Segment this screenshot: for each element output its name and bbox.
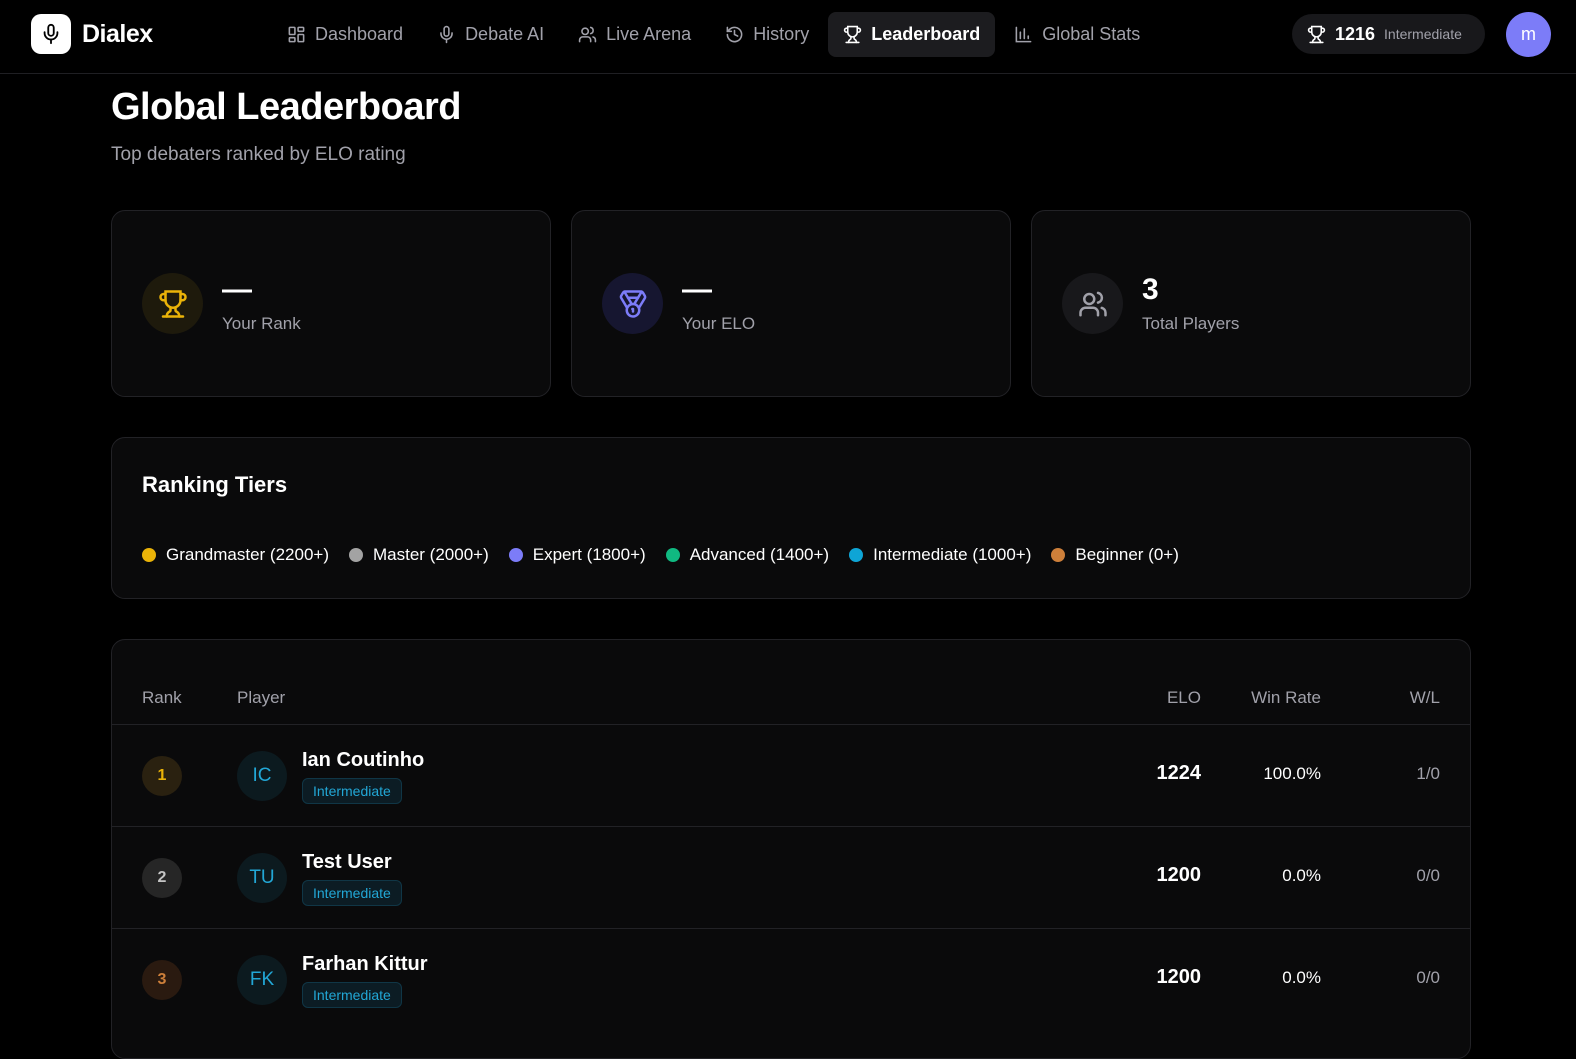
column-header-wl: W/L (1409, 688, 1440, 707)
player-win-rate: 0.0% (1282, 866, 1321, 885)
nav-live-arena[interactable]: Live Arena (563, 12, 706, 57)
player-avatar: TU (237, 853, 287, 903)
leaderboard-table: Rank Player ELO Win Rate W/L 1 IC Ian Co… (111, 639, 1471, 1059)
bar-chart-icon (1015, 26, 1032, 43)
column-header-rank: Rank (142, 688, 182, 707)
table-row[interactable]: 1 IC Ian Coutinho Intermediate 1224 100.… (112, 724, 1470, 826)
nav-label: Dashboard (315, 24, 404, 44)
tier-dot (508, 548, 523, 562)
tier-dot (142, 548, 156, 562)
player-name: Farhan Kittur (302, 953, 428, 975)
tier-grandmaster: Grandmaster (2200+) (142, 545, 329, 565)
tier-badge: Intermediate (302, 778, 402, 804)
tier-expert: Expert (1800+) (508, 545, 646, 565)
player-wl: 0/0 (1416, 866, 1440, 885)
your-rank-value: — (222, 273, 252, 306)
player-wl: 1/0 (1416, 764, 1440, 783)
your-rank-label: Your Rank (222, 314, 301, 333)
tier-dot (665, 548, 680, 562)
nav-leaderboard[interactable]: Leaderboard (828, 12, 996, 57)
tier-dot (849, 548, 864, 562)
medal-icon (602, 273, 663, 334)
tier-badge: Intermediate (302, 880, 402, 906)
nav-history[interactable]: History (710, 12, 824, 57)
player-name: Ian Coutinho (302, 749, 425, 771)
rank-badge: 3 (142, 960, 182, 1000)
total-players-card: 3 Total Players (1031, 210, 1471, 397)
column-header-win-rate: Win Rate (1251, 688, 1321, 707)
user-avatar[interactable]: m (1506, 12, 1551, 57)
tier-dot (1051, 548, 1066, 562)
users-icon (578, 26, 597, 43)
mic-icon (440, 25, 453, 44)
table-row[interactable]: 3 FK Farhan Kittur Intermediate 1200 0.0… (112, 928, 1470, 1030)
nav-dashboard[interactable]: Dashboard (272, 12, 418, 57)
column-header-player: Player (237, 688, 286, 707)
user-elo: 1216 (1335, 23, 1376, 44)
tier-label: Master (2000+) (373, 545, 489, 564)
player-avatar: IC (237, 751, 287, 801)
page-title: Global Leaderboard (111, 86, 461, 128)
table-row[interactable]: 2 TU Test User Intermediate 1200 0.0% 0/… (112, 826, 1470, 928)
tier-label: Intermediate (1000+) (873, 545, 1032, 564)
trophy-icon (1307, 25, 1326, 43)
trophy-icon (844, 25, 862, 44)
player-elo: 1224 (1156, 762, 1202, 784)
nav-label: Debate AI (465, 24, 545, 44)
nav-label: Leaderboard (871, 24, 981, 44)
your-elo-card: — Your ELO (571, 210, 1011, 397)
nav-label: Global Stats (1042, 24, 1141, 44)
ranking-tiers-title: Ranking Tiers (142, 472, 288, 497)
column-header-elo: ELO (1166, 688, 1201, 707)
player-elo: 1200 (1156, 966, 1202, 988)
users-icon (1062, 273, 1123, 334)
player-win-rate: 0.0% (1282, 968, 1321, 987)
brand-name: Dialex (82, 19, 153, 48)
player-win-rate: 100.0% (1263, 764, 1321, 783)
player-name: Test User (302, 851, 392, 873)
main-nav: Dashboard Debate AI Live Arena History L… (272, 12, 1155, 57)
user-elo-pill[interactable]: 1216 Intermediate (1292, 14, 1485, 54)
player-avatar: FK (237, 955, 287, 1005)
top-navbar: Dialex Dashboard Debate AI Live Arena Hi… (0, 0, 1576, 74)
page-subtitle: Top debaters ranked by ELO rating (111, 144, 406, 165)
nav-label: Live Arena (606, 24, 692, 44)
your-elo-label: Your ELO (682, 314, 756, 333)
player-wl: 0/0 (1416, 968, 1440, 987)
rank-badge: 1 (142, 756, 182, 796)
mic-logo-icon (31, 14, 71, 54)
tier-label: Grandmaster (2200+) (166, 545, 329, 564)
your-rank-card: — Your Rank (111, 210, 551, 397)
history-icon (726, 26, 743, 43)
total-players-value: 3 (1142, 273, 1159, 306)
player-elo: 1200 (1156, 864, 1202, 886)
tier-advanced: Advanced (1400+) (665, 545, 830, 565)
nav-debate-ai[interactable]: Debate AI (422, 12, 559, 57)
tier-master: Master (2000+) (349, 545, 489, 565)
rank-badge: 2 (142, 858, 182, 898)
brand-logo[interactable]: Dialex (31, 14, 153, 54)
total-players-label: Total Players (1142, 314, 1240, 333)
nav-label: History (753, 24, 810, 44)
ranking-tiers-card: Ranking Tiers Grandmaster (2200+) Master… (111, 437, 1471, 599)
tier-dot (349, 548, 363, 562)
tier-intermediate: Intermediate (1000+) (849, 545, 1031, 565)
tier-legend: Grandmaster (2200+) Master (2000+) Exper… (142, 545, 1179, 565)
user-tier: Intermediate (1384, 26, 1462, 42)
your-elo-value: — (682, 273, 712, 306)
tier-label: Beginner (0+) (1075, 545, 1179, 564)
dashboard-icon (288, 26, 305, 43)
trophy-icon (142, 273, 203, 334)
tier-label: Advanced (1400+) (689, 545, 830, 564)
tier-label: Expert (1800+) (532, 545, 646, 564)
tier-beginner: Beginner (0+) (1051, 545, 1179, 565)
tier-badge: Intermediate (302, 982, 402, 1008)
nav-global-stats[interactable]: Global Stats (999, 12, 1155, 57)
